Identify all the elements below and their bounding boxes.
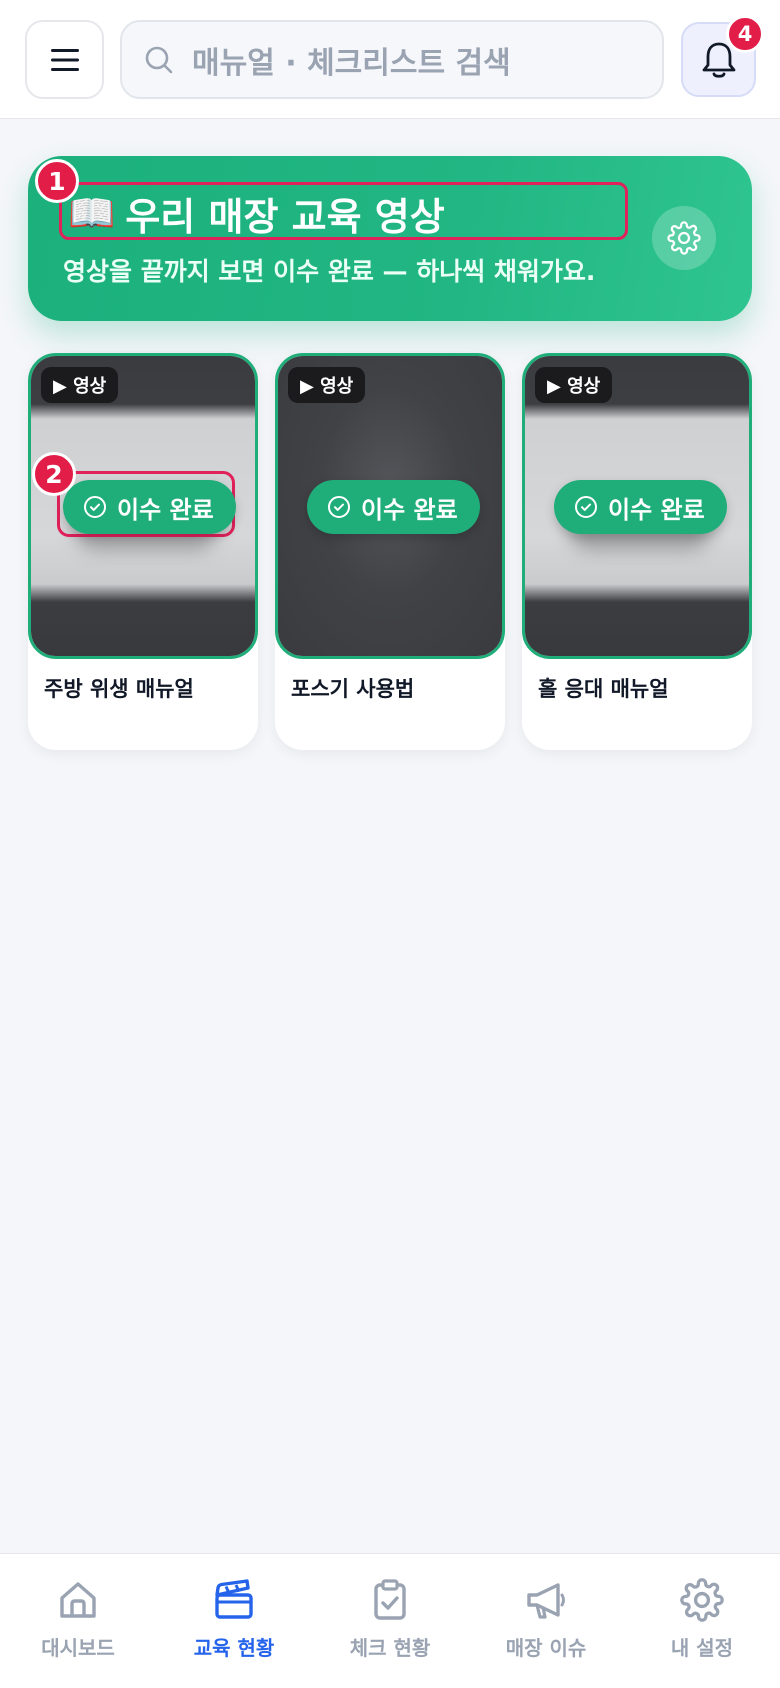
video-badge: ▶ 영상 bbox=[41, 367, 119, 403]
nav-label: 매장 이슈 bbox=[505, 1636, 587, 1660]
banner-subtitle: 영상을 끝까지 보면 이수 완료 — 하나씩 채워가요. bbox=[63, 257, 596, 286]
book-icon: 📖 bbox=[68, 191, 116, 235]
notification-count-badge: 4 bbox=[726, 15, 764, 53]
hamburger-icon bbox=[50, 48, 79, 71]
video-thumbnail[interactable]: ▶ 영상 이수 완료 bbox=[28, 353, 258, 659]
clapperboard-icon bbox=[215, 1579, 253, 1619]
check-circle-icon bbox=[328, 496, 350, 518]
gear-icon bbox=[680, 1578, 724, 1622]
video-title: 포스기 사용법 bbox=[291, 677, 415, 701]
page-title-text: 우리 매장 교육 영상 bbox=[125, 195, 445, 239]
nav-label: 대시보드 bbox=[41, 1636, 115, 1660]
video-card-pos-usage[interactable]: ▶ 영상 이수 완료 포스기 사용법 bbox=[275, 353, 505, 750]
menu-button[interactable] bbox=[25, 20, 104, 99]
bottom-navigation: 대시보드 교육 현황 체크 현황 매장 이슈 내 설정 bbox=[0, 1553, 780, 1688]
video-thumbnail[interactable]: ▶ 영상 이수 완료 bbox=[275, 353, 505, 659]
annotation-marker-2: 2 bbox=[32, 452, 76, 496]
video-badge: ▶ 영상 bbox=[535, 367, 613, 403]
education-banner: 📖 우리 매장 교육 영상 영상을 끝까지 보면 이수 완료 — 하나씩 채워가… bbox=[28, 156, 752, 321]
completion-badge: 이수 완료 bbox=[307, 480, 480, 534]
completion-badge: 이수 완료 bbox=[554, 480, 727, 534]
video-badge: ▶ 영상 bbox=[288, 367, 366, 403]
nav-item-checklist[interactable]: 체크 현황 bbox=[312, 1554, 468, 1688]
page-title: 📖 우리 매장 교육 영상 bbox=[68, 186, 445, 241]
nav-label: 교육 현황 bbox=[193, 1636, 275, 1660]
nav-item-education[interactable]: 교육 현황 bbox=[156, 1554, 312, 1688]
completion-label: 이수 완료 bbox=[361, 495, 458, 524]
gear-icon bbox=[667, 221, 701, 255]
megaphone-icon bbox=[527, 1583, 565, 1619]
annotation-marker-1: 1 bbox=[35, 159, 79, 203]
home-icon bbox=[60, 1582, 96, 1618]
video-title: 홀 응대 매뉴얼 bbox=[538, 677, 669, 701]
nav-item-dashboard[interactable]: 대시보드 bbox=[0, 1554, 156, 1688]
search-placeholder: 매뉴얼 · 체크리스트 검색 bbox=[192, 45, 511, 81]
search-input[interactable]: 매뉴얼 · 체크리스트 검색 bbox=[120, 20, 664, 99]
search-icon bbox=[145, 46, 173, 73]
nav-item-my-settings[interactable]: 내 설정 bbox=[624, 1554, 780, 1688]
nav-label: 체크 현황 bbox=[349, 1636, 431, 1660]
video-card-hall-service[interactable]: ▶ 영상 이수 완료 홀 응대 매뉴얼 bbox=[522, 353, 752, 750]
banner-settings-button[interactable] bbox=[652, 206, 716, 270]
check-circle-icon bbox=[84, 496, 106, 518]
top-bar: 매뉴얼 · 체크리스트 검색 4 bbox=[0, 0, 780, 119]
check-circle-icon bbox=[575, 496, 597, 518]
video-title: 주방 위생 매뉴얼 bbox=[44, 677, 194, 701]
completion-label: 이수 완료 bbox=[608, 495, 705, 524]
video-thumbnail[interactable]: ▶ 영상 이수 완료 bbox=[522, 353, 752, 659]
clipboard-check-icon bbox=[374, 1579, 406, 1620]
completion-badge: 이수 완료 bbox=[63, 480, 236, 534]
nav-item-store-issues[interactable]: 매장 이슈 bbox=[468, 1554, 624, 1688]
completion-label: 이수 완료 bbox=[117, 495, 214, 524]
nav-label: 내 설정 bbox=[670, 1636, 734, 1660]
video-card-kitchen-hygiene[interactable]: ▶ 영상 이수 완료 주방 위생 매뉴얼 bbox=[28, 353, 258, 750]
